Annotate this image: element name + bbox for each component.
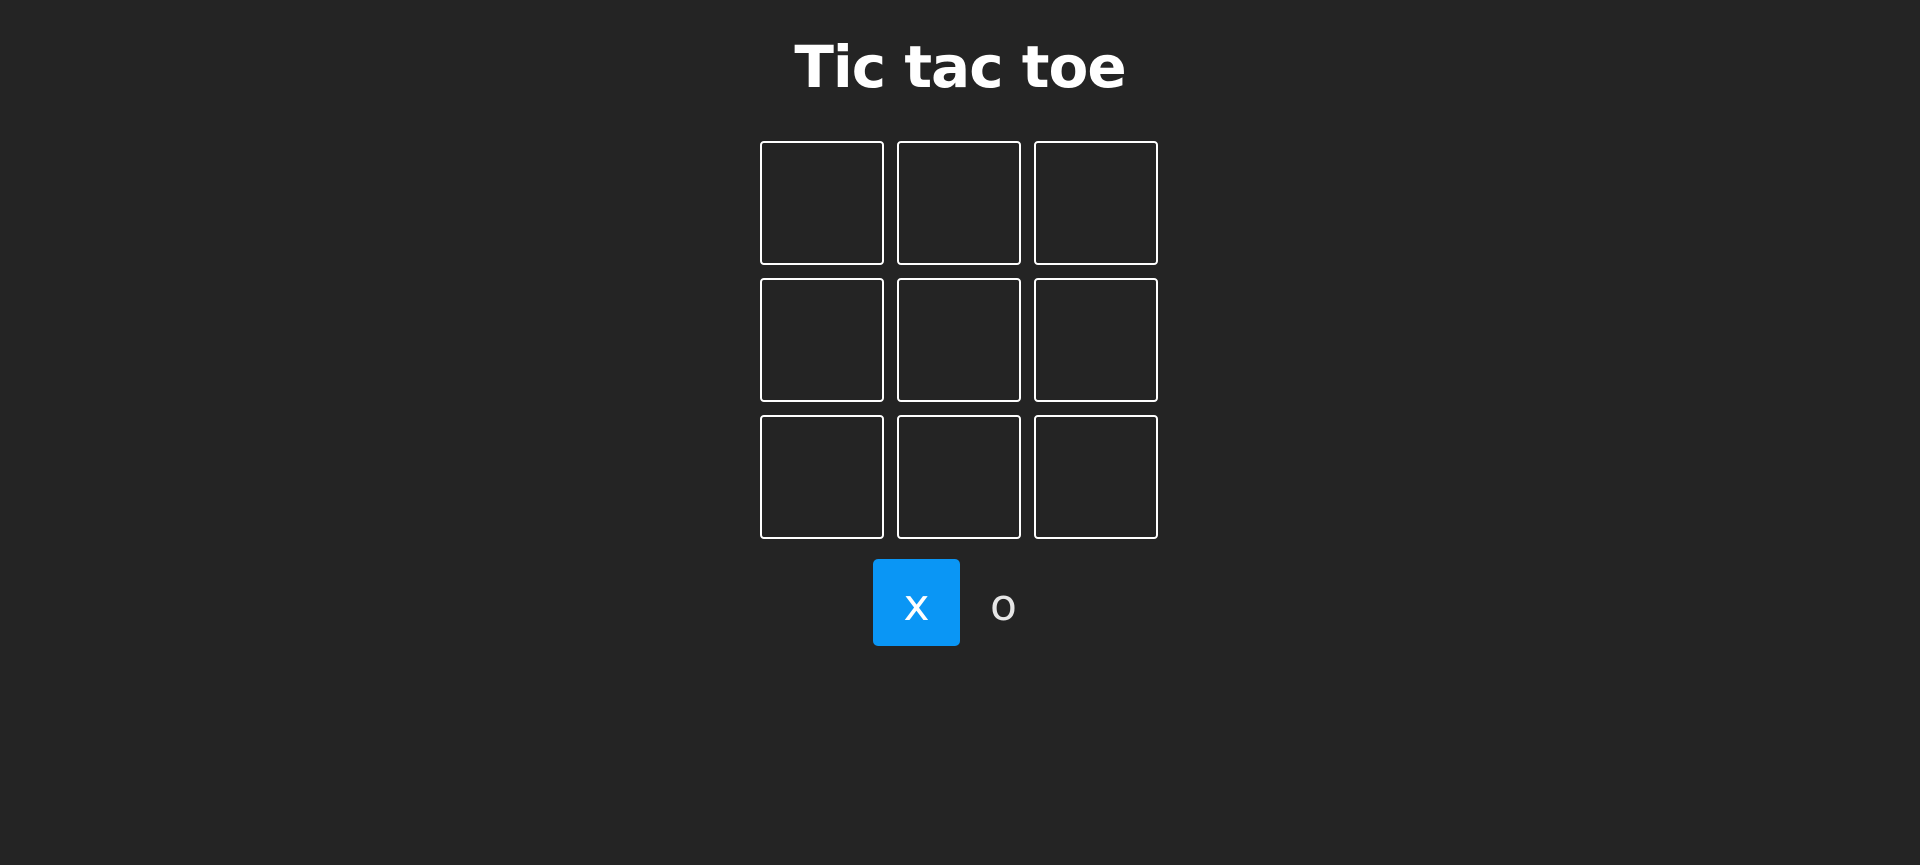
player-x-button[interactable]: x — [873, 559, 960, 646]
board-cell-6[interactable] — [1034, 278, 1158, 402]
game-page: Tic tac toe x o — [0, 0, 1920, 865]
board-cell-5[interactable] — [897, 278, 1021, 402]
board-cell-8[interactable] — [897, 415, 1021, 539]
board-cell-7[interactable] — [760, 415, 884, 539]
board-cell-3[interactable] — [1034, 141, 1158, 265]
board-cell-2[interactable] — [897, 141, 1021, 265]
page-title: Tic tac toe — [794, 33, 1126, 101]
player-selector: x o — [873, 559, 1047, 646]
player-o-button[interactable]: o — [960, 559, 1047, 646]
board-cell-9[interactable] — [1034, 415, 1158, 539]
board-cell-1[interactable] — [760, 141, 884, 265]
game-board — [760, 141, 1161, 541]
board-cell-4[interactable] — [760, 278, 884, 402]
